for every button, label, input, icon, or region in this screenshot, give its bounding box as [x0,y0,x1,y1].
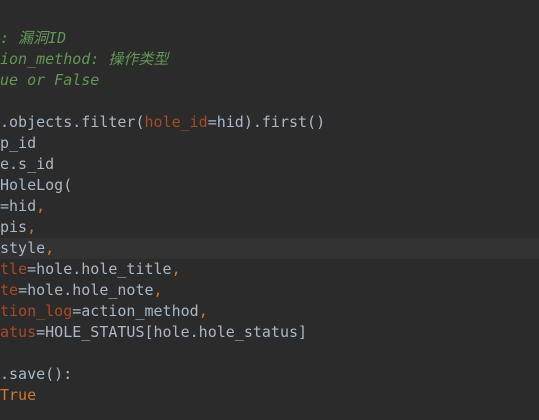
code-line[interactable]: .objects.filter(hole_id=hid).first() [0,112,539,133]
code-token-kw: , [45,239,55,257]
code-token-default: style [0,239,46,257]
code-line[interactable] [0,91,539,112]
code-token-default: =hid).first() [207,113,326,131]
code-token-default: =hole.hole_note [18,281,154,299]
code-line[interactable]: pis, [0,217,539,238]
code-line[interactable]: te=hole.hole_note, [0,280,539,301]
code-line[interactable]: ion_method: 操作类型 [0,49,539,70]
code-line[interactable]: p_id [0,133,539,154]
code-line[interactable]: .save(): [0,364,539,385]
code-token-comment: : 漏洞ID [0,29,67,47]
code-line[interactable]: : 漏洞ID [0,28,539,49]
code-token-default: =hole.hole_title [27,260,172,278]
code-line[interactable]: ue or False [0,70,539,91]
code-token-default: .save(): [0,365,73,383]
code-line[interactable]: =hid, [0,196,539,217]
code-token-default: pis [0,218,28,236]
code-token-param: te [0,281,19,299]
code-token-param: atus [0,323,37,341]
code-token-kw: , [171,260,181,278]
code-token-kw: , [36,197,46,215]
code-token-default: =action_method [72,302,199,320]
code-token-param: tion_log [0,302,73,320]
code-token-default: =HOLE_STATUS[hole.hole_status] [36,323,308,341]
code-line[interactable]: atus=HOLE_STATUS[hole.hole_status] [0,322,539,343]
code-token-default: =hid [0,197,37,215]
code-token-param: tle [0,260,28,278]
code-line[interactable]: True [0,385,539,406]
code-line[interactable]: HoleLog( [0,175,539,196]
code-token-comment: ue or False [0,71,100,89]
code-token-default: .objects.filter( [0,113,145,131]
code-token-default: HoleLog( [0,176,73,194]
code-line[interactable]: tle=hole.hole_title, [0,259,539,280]
code-token-kw: , [27,218,37,236]
code-line[interactable] [0,343,539,364]
code-token-param: hole_id [144,113,208,131]
code-token-kw: True [0,386,37,404]
code-token-kw: , [198,302,208,320]
code-token-comment: ion_method: 操作类型 [0,50,169,68]
code-line-current[interactable]: style, [0,238,539,259]
code-token-default: p_id [0,134,37,152]
code-editor[interactable]: : 漏洞ID ion_method: 操作类型 ue or False .object… [0,0,539,420]
code-token-default: e.s_id [0,155,55,173]
code-line[interactable]: tion_log=action_method, [0,301,539,322]
code-line[interactable]: e.s_id [0,154,539,175]
code-token-kw: , [153,281,163,299]
